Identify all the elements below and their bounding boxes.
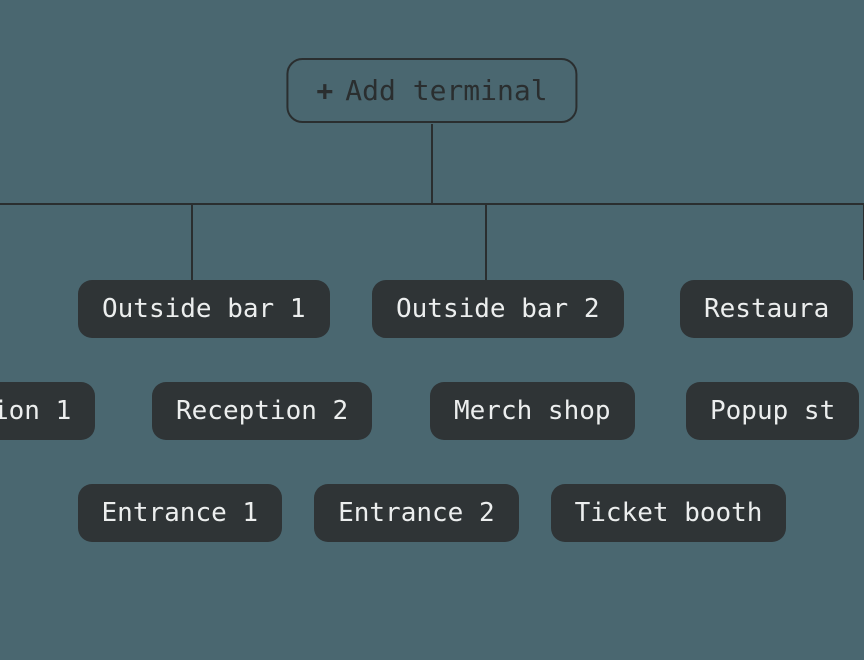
add-terminal-label: Add terminal	[345, 74, 547, 107]
terminal-chip[interactable]: Popup st	[686, 382, 859, 440]
terminal-tree-diagram: { "add_button": { "plus": "+", "label": …	[0, 0, 864, 660]
terminal-row-3: Entrance 1 Entrance 2 Ticket booth	[0, 484, 864, 542]
terminal-chip[interactable]: Restaura	[680, 280, 853, 338]
terminal-chip[interactable]: Entrance 2	[314, 484, 519, 542]
plus-icon: +	[316, 74, 333, 107]
terminal-chip[interactable]: Ticket booth	[551, 484, 787, 542]
add-terminal-button[interactable]: + Add terminal	[286, 58, 577, 123]
terminal-chip[interactable]: Entrance 1	[78, 484, 283, 542]
terminal-chip[interactable]: Merch shop	[430, 382, 635, 440]
terminal-chip[interactable]: Outside bar 2	[372, 280, 624, 338]
terminal-chip[interactable]: eption 1	[0, 382, 95, 440]
terminal-chip[interactable]: Reception 2	[152, 382, 372, 440]
terminal-chip[interactable]: Outside bar 1	[78, 280, 330, 338]
